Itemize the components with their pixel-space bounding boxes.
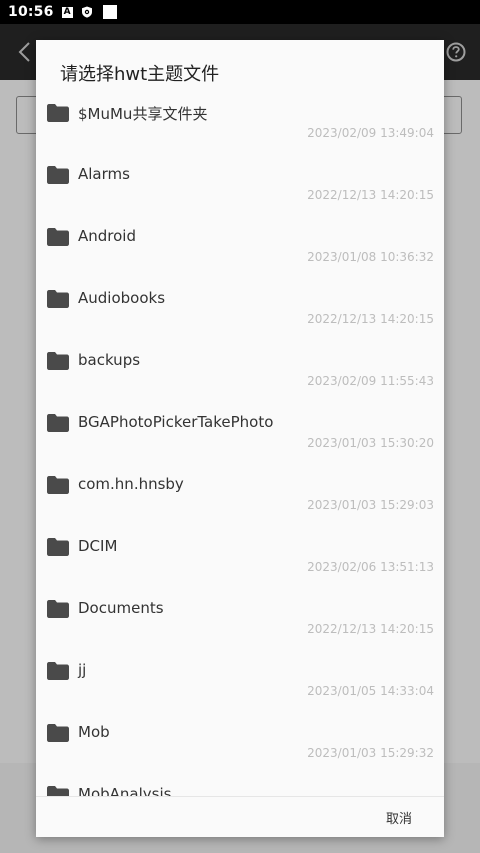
file-list-item[interactable]: BGAPhotoPickerTakePhoto 2023/01/03 15:30:…	[36, 402, 444, 464]
folder-icon	[47, 104, 69, 122]
file-date: 2022/12/13 14:20:15	[307, 188, 434, 202]
chevron-left-icon[interactable]	[14, 40, 36, 64]
a-notification-icon: A	[61, 6, 73, 18]
file-name: Android	[78, 227, 136, 245]
file-date: 2023/02/09 11:55:43	[307, 374, 434, 388]
file-name: $MuMu共享文件夹	[78, 105, 208, 123]
file-picker-dialog: 请选择hwt主题文件 $MuMu共享文件夹 2023/02/09 13:49:04…	[36, 40, 444, 837]
square-notification-icon	[102, 5, 117, 19]
file-name: Mob	[78, 723, 110, 741]
folder-icon	[47, 600, 69, 618]
folder-icon	[47, 228, 69, 246]
file-date: 2023/01/03 15:29:03	[307, 498, 434, 512]
file-name: Alarms	[78, 165, 130, 183]
file-list-item[interactable]: DCIM 2023/02/06 13:51:13	[36, 526, 444, 588]
file-date: 2022/12/13 14:20:15	[307, 622, 434, 636]
file-name: Audiobooks	[78, 289, 166, 307]
folder-icon	[47, 290, 69, 308]
file-name: backups	[78, 351, 141, 369]
folder-icon	[47, 352, 69, 370]
file-list[interactable]: $MuMu共享文件夹 2023/02/09 13:49:04 Alarms 2022/…	[36, 92, 444, 796]
file-list-item[interactable]: $MuMu共享文件夹 2023/02/09 13:49:04	[36, 92, 444, 154]
screen: 10:56 A 请选择hwt主题文件 $MuMu共享文件夹 2023/02/09…	[0, 0, 480, 853]
file-date: 2023/02/09 13:49:04	[307, 126, 434, 140]
file-name: Documents	[78, 599, 164, 617]
file-list-item[interactable]: jj 2023/01/05 14:33:04	[36, 650, 444, 712]
file-list-item[interactable]: Documents 2022/12/13 14:20:15	[36, 588, 444, 650]
shield-icon	[81, 6, 93, 18]
file-list-item[interactable]: backups 2023/02/09 11:55:43	[36, 340, 444, 402]
file-date: 2023/01/05 14:33:04	[307, 684, 434, 698]
file-name: BGAPhotoPickerTakePhoto	[78, 413, 274, 431]
folder-icon	[47, 414, 69, 432]
file-name: com.hn.hnsby	[78, 475, 184, 493]
file-list-item[interactable]: Audiobooks 2022/12/13 14:20:15	[36, 278, 444, 340]
file-date: 2023/01/08 10:36:32	[307, 250, 434, 264]
dialog-title: 请选择hwt主题文件	[60, 64, 220, 85]
dialog-actions: 取消	[36, 797, 444, 837]
cancel-button[interactable]: 取消	[386, 808, 412, 827]
status-bar: 10:56 A	[0, 0, 480, 24]
file-name: jj	[78, 661, 87, 679]
folder-icon	[47, 786, 69, 796]
file-list-item[interactable]: Android 2023/01/08 10:36:32	[36, 216, 444, 278]
file-list-item[interactable]: MobAnalysis	[36, 774, 444, 796]
file-name: MobAnalysis	[78, 785, 172, 796]
file-list-item[interactable]: Alarms 2022/12/13 14:20:15	[36, 154, 444, 216]
folder-icon	[47, 476, 69, 494]
file-list-item[interactable]: com.hn.hnsby 2023/01/03 15:29:03	[36, 464, 444, 526]
status-time: 10:56	[8, 4, 54, 20]
folder-icon	[47, 724, 69, 742]
file-date: 2023/01/03 15:30:20	[307, 436, 434, 450]
help-circle-icon[interactable]	[446, 42, 466, 62]
file-name: DCIM	[78, 537, 118, 555]
file-list-item[interactable]: Mob 2023/01/03 15:29:32	[36, 712, 444, 774]
folder-icon	[47, 166, 69, 184]
file-date: 2023/02/06 13:51:13	[307, 560, 434, 574]
file-date: 2023/01/03 15:29:32	[307, 746, 434, 760]
file-date: 2022/12/13 14:20:15	[307, 312, 434, 326]
folder-icon	[47, 662, 69, 680]
folder-icon	[47, 538, 69, 556]
